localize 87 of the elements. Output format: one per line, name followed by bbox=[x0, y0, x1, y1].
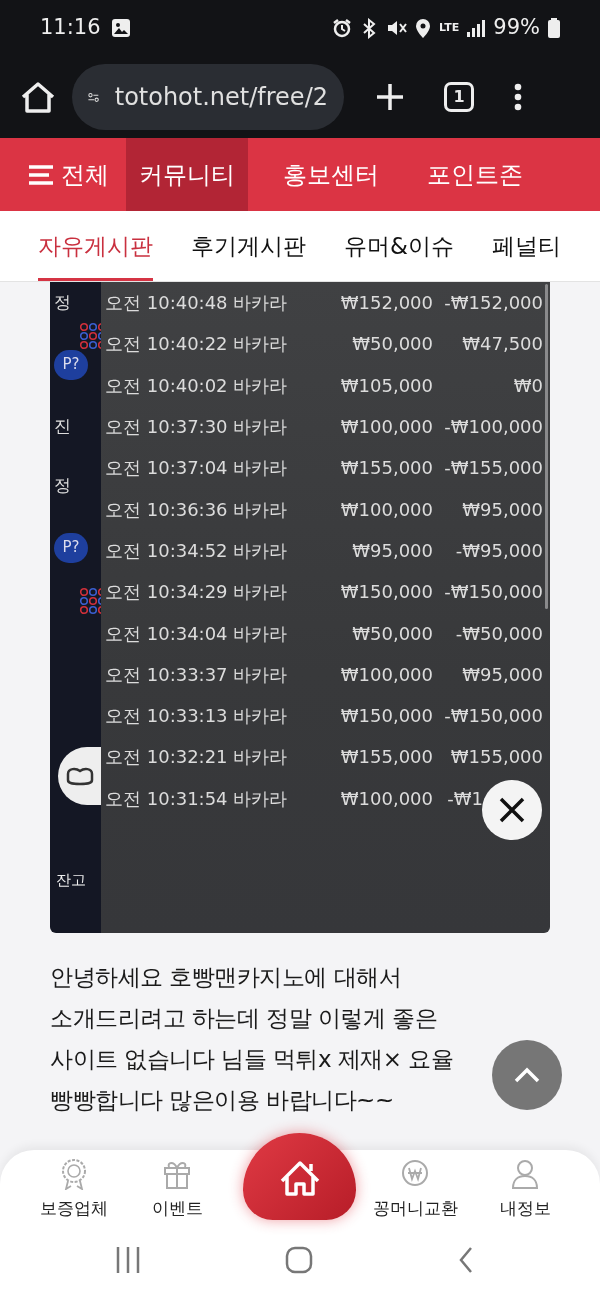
side-label: 진 bbox=[54, 414, 72, 438]
game-name: 바카라 bbox=[233, 291, 288, 316]
bet-amount: ₩100,000 bbox=[339, 662, 433, 687]
game-name: 바카라 bbox=[233, 373, 288, 398]
time-text: 오전 10:34:52 bbox=[105, 538, 229, 563]
game-name: 바카라 bbox=[233, 704, 288, 729]
board-tab[interactable]: 유머&이슈 bbox=[344, 211, 454, 281]
address-bar[interactable]: totohot.net/free/2 bbox=[72, 64, 344, 130]
time-text: 오전 10:34:29 bbox=[105, 580, 229, 605]
result-amount: -₩150,000 bbox=[443, 580, 543, 605]
chip-label: P? bbox=[54, 349, 88, 380]
bet-amount: ₩50,000 bbox=[351, 332, 433, 357]
time-text: 오전 10:36:36 bbox=[105, 497, 229, 522]
game-name: 바카라 bbox=[233, 497, 288, 522]
signal-icon bbox=[467, 19, 486, 37]
result-amount: ₩95,000 bbox=[461, 662, 543, 687]
time-text: 오전 10:33:13 bbox=[105, 704, 229, 729]
network-type: LTE bbox=[439, 19, 460, 36]
time-text: 오전 10:40:02 bbox=[105, 373, 229, 398]
board-tab[interactable]: 후기게시판 bbox=[191, 211, 306, 281]
bet-amount: ₩100,000 bbox=[339, 786, 433, 811]
bet-amount: ₩50,000 bbox=[351, 621, 433, 646]
result-amount: -₩155,000 bbox=[443, 456, 543, 481]
bet-amount: ₩150,000 bbox=[339, 704, 433, 729]
battery-icon bbox=[548, 18, 560, 38]
bet-amount: ₩150,000 bbox=[339, 580, 433, 605]
nav-item[interactable]: 꽁머니교환 bbox=[360, 1158, 470, 1222]
bet-amount: ₩95,000 bbox=[351, 538, 433, 563]
game-name: 바카라 bbox=[233, 456, 288, 481]
game-name: 바카라 bbox=[233, 580, 288, 605]
result-amount: ₩95,000 bbox=[461, 497, 543, 522]
image-icon bbox=[110, 18, 131, 38]
game-name: 바카라 bbox=[233, 415, 288, 440]
alarm-icon bbox=[332, 18, 353, 38]
game-name: 바카라 bbox=[233, 745, 288, 770]
result-amount: -₩95,000 bbox=[454, 538, 543, 563]
battery-level: 99% bbox=[493, 14, 540, 42]
result-amount: -₩100,000 bbox=[443, 415, 543, 440]
post-text: 안녕하세요 호빵맨카지노에 대해서 소개드리려고 하는데 정말 이렇게 좋은 사이트 없습니다 님들 먹튀x 제재× 요율 빵빵합니다 많은이용 바랍니다~~ bbox=[50, 963, 455, 1115]
bet-amount: ₩155,000 bbox=[339, 456, 433, 481]
bet-amount: ₩155,000 bbox=[339, 745, 433, 770]
result-amount: -₩150,000 bbox=[443, 704, 543, 729]
side-label: 정 bbox=[54, 291, 72, 314]
home-button[interactable] bbox=[243, 1133, 356, 1220]
result-amount: -₩50,000 bbox=[454, 621, 543, 646]
new-tab-button[interactable] bbox=[376, 83, 404, 111]
recent-apps-button[interactable] bbox=[116, 1247, 140, 1273]
menu-icon[interactable] bbox=[29, 164, 53, 185]
result-amount: -₩152,000 bbox=[443, 291, 543, 316]
bet-amount: ₩100,000 bbox=[339, 415, 433, 440]
chip-label: P? bbox=[54, 532, 88, 563]
mute-icon bbox=[386, 18, 408, 38]
nav-tab[interactable]: 포인트존 bbox=[414, 138, 536, 211]
game-name: 바카라 bbox=[233, 786, 288, 811]
time-text: 오전 10:37:30 bbox=[105, 415, 229, 440]
time-text: 오전 10:40:22 bbox=[105, 332, 229, 357]
location-icon bbox=[415, 17, 432, 39]
bet-amount: ₩105,000 bbox=[339, 373, 433, 398]
chevron-up-icon[interactable] bbox=[514, 1066, 540, 1084]
time-text: 오전 10:37:04 bbox=[105, 456, 229, 481]
game-name: 바카라 bbox=[233, 621, 288, 646]
balance-label: 잔고 bbox=[56, 869, 86, 891]
result-amount: -₩1 bbox=[446, 786, 483, 811]
clock-time: 11:16 bbox=[40, 14, 101, 42]
back-button[interactable] bbox=[458, 1246, 474, 1274]
nav-tab[interactable]: 커뮤니티 bbox=[126, 138, 248, 211]
nav-tab[interactable]: 홍보센터 bbox=[270, 138, 392, 211]
result-amount: ₩47,500 bbox=[461, 332, 543, 357]
game-name: 바카라 bbox=[233, 332, 288, 357]
game-name: 바카라 bbox=[233, 538, 288, 563]
time-text: 오전 10:32:21 bbox=[105, 745, 229, 770]
close-icon[interactable] bbox=[498, 796, 526, 824]
time-text: 오전 10:33:37 bbox=[105, 662, 229, 687]
nav-item[interactable]: 내정보 bbox=[470, 1158, 580, 1222]
result-amount: ₩0 bbox=[512, 373, 543, 398]
time-text: 오전 10:34:04 bbox=[105, 621, 229, 646]
time-text: 오전 10:31:54 bbox=[105, 786, 229, 811]
menu-button[interactable]: 전체 bbox=[16, 138, 122, 211]
game-name: 바카라 bbox=[233, 662, 288, 687]
side-label: 정 bbox=[54, 474, 72, 497]
menu-button[interactable] bbox=[514, 83, 522, 111]
bet-amount: ₩100,000 bbox=[339, 497, 433, 522]
bet-amount: ₩152,000 bbox=[339, 291, 433, 316]
result-amount: ₩155,000 bbox=[449, 745, 543, 770]
tab-count-button[interactable]: 1 bbox=[444, 82, 474, 112]
time-text: 오전 10:40:48 bbox=[105, 291, 229, 316]
board-tab[interactable]: 페널티 bbox=[491, 211, 561, 281]
